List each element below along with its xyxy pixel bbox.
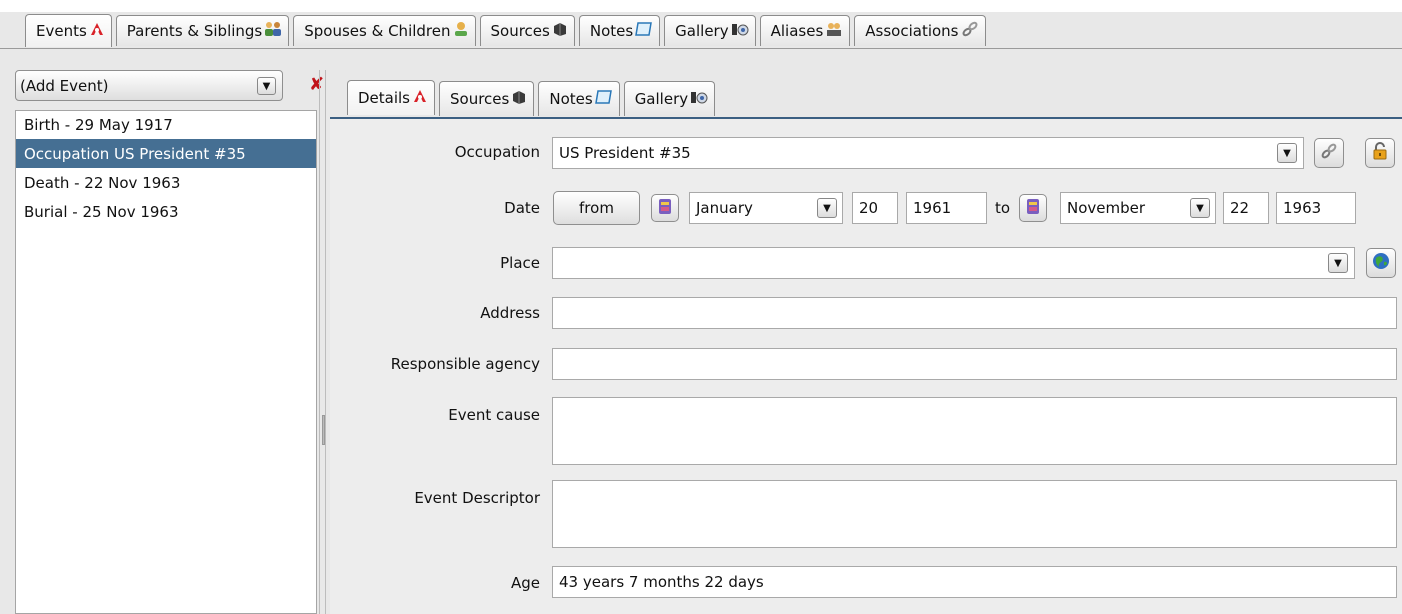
age-value: 43 years 7 months 22 days: [559, 573, 764, 591]
dropdown-arrow-icon[interactable]: ▼: [1328, 253, 1348, 273]
cause-label: Event cause: [448, 406, 540, 424]
tab-label: Events: [36, 22, 87, 40]
date-label: Date: [504, 199, 540, 217]
dropdown-arrow-icon[interactable]: ▼: [817, 198, 837, 218]
detail-tab-bar: Details Sources Notes Gallery: [347, 80, 719, 116]
list-item-selected[interactable]: Occupation US President #35: [16, 139, 316, 168]
gallery-icon: [731, 21, 749, 41]
top-tab-bar: Events Parents & Siblings Spouses & Chil…: [25, 14, 990, 48]
descriptor-label: Event Descriptor: [414, 489, 540, 507]
tab-detail-gallery[interactable]: Gallery: [623, 81, 716, 116]
tab-spouses-children[interactable]: Spouses & Children: [293, 15, 476, 46]
descriptor-textarea[interactable]: [552, 480, 1397, 548]
link-icon: [961, 21, 979, 41]
select-place-button[interactable]: [1366, 248, 1396, 278]
tab-label: Notes: [589, 22, 634, 40]
dropdown-arrow-icon[interactable]: ▼: [257, 77, 276, 95]
link-icon: [1320, 142, 1338, 164]
event-type-label: Occupation: [454, 143, 540, 161]
tab-label: Sources: [490, 22, 550, 40]
address-label: Address: [480, 304, 540, 322]
address-field[interactable]: [552, 297, 1397, 329]
from-year-value: 1961: [913, 199, 952, 217]
to-day-field[interactable]: 22: [1223, 192, 1269, 224]
cause-textarea[interactable]: [552, 397, 1397, 465]
from-month-select[interactable]: January ▼: [689, 192, 843, 224]
tab-label: Parents & Siblings: [126, 22, 263, 40]
agency-label: Responsible agency: [390, 355, 540, 373]
to-year-field[interactable]: 1963: [1276, 192, 1356, 224]
gallery-icon: [690, 89, 708, 109]
dropdown-arrow-icon[interactable]: ▼: [1277, 143, 1297, 163]
dropdown-arrow-icon[interactable]: ▼: [1190, 198, 1210, 218]
from-day-value: 20: [859, 199, 879, 217]
tab-label: Notes: [549, 90, 593, 108]
detail-tab-divider: [330, 117, 1402, 119]
date-mode-label: from: [579, 199, 614, 217]
event-type-combo[interactable]: US President #35 ▼: [552, 137, 1304, 169]
tab-label: Associations: [865, 22, 959, 40]
tab-detail-notes[interactable]: Notes: [538, 81, 620, 116]
date-mode-button[interactable]: from: [553, 191, 640, 225]
add-event-label: (Add Event): [20, 76, 109, 95]
age-label: Age: [510, 574, 540, 592]
to-day-value: 22: [1230, 199, 1250, 217]
tab-label: Sources: [450, 90, 510, 108]
calendar-icon: [658, 197, 672, 219]
tab-events[interactable]: Events: [25, 14, 112, 47]
share-event-button[interactable]: [1314, 138, 1344, 168]
source-icon: [552, 21, 568, 41]
from-day-field[interactable]: 20: [852, 192, 898, 224]
tab-label: Spouses & Children: [304, 22, 451, 40]
from-month-value: January: [696, 199, 753, 217]
family-icon: [264, 21, 282, 41]
tab-notes[interactable]: Notes: [578, 15, 661, 46]
list-item[interactable]: Burial - 25 Nov 1963: [16, 197, 316, 226]
tab-aliases[interactable]: Aliases: [759, 15, 851, 46]
tab-label: Details: [358, 89, 411, 107]
event-type-value: US President #35: [559, 144, 691, 162]
place-combo[interactable]: ▼: [552, 247, 1355, 279]
tab-parents-siblings[interactable]: Parents & Siblings: [115, 15, 290, 46]
source-icon: [511, 89, 527, 109]
pane-splitter[interactable]: [319, 70, 326, 614]
lock-icon: [1371, 142, 1389, 164]
age-field[interactable]: 43 years 7 months 22 days: [552, 566, 1397, 598]
splitter-grip-icon[interactable]: [322, 415, 325, 445]
list-item[interactable]: Birth - 29 May 1917: [16, 111, 316, 139]
tab-details[interactable]: Details: [347, 80, 436, 115]
tab-detail-sources[interactable]: Sources: [439, 81, 535, 116]
window-top-strip: [0, 0, 1402, 12]
globe-icon: [1372, 252, 1390, 274]
to-year-value: 1963: [1283, 199, 1322, 217]
to-label: to: [995, 199, 1011, 217]
tab-associations[interactable]: Associations: [854, 15, 986, 46]
tab-sources[interactable]: Sources: [479, 15, 575, 46]
tab-bar-divider: [0, 48, 1402, 49]
list-item[interactable]: Death - 22 Nov 1963: [16, 168, 316, 197]
to-month-value: November: [1067, 199, 1146, 217]
to-month-select[interactable]: November ▼: [1060, 192, 1216, 224]
tab-label: Aliases: [770, 22, 824, 40]
add-event-combo[interactable]: (Add Event) ▼: [15, 70, 283, 101]
tab-label: Gallery: [675, 22, 729, 40]
events-icon: [89, 21, 105, 41]
tab-gallery[interactable]: Gallery: [664, 15, 756, 46]
tab-label: Gallery: [634, 90, 689, 108]
alias-icon: [825, 21, 843, 41]
note-icon: [594, 89, 613, 109]
calendar-icon: [1026, 197, 1040, 219]
place-label: Place: [500, 254, 540, 272]
events-icon: [412, 88, 428, 108]
agency-field[interactable]: [552, 348, 1397, 380]
note-icon: [635, 21, 653, 41]
event-list[interactable]: Birth - 29 May 1917 Occupation US Presid…: [15, 110, 317, 614]
privacy-lock-button[interactable]: [1365, 138, 1395, 168]
calendar-to-button[interactable]: [1019, 194, 1047, 222]
from-year-field[interactable]: 1961: [906, 192, 987, 224]
calendar-from-button[interactable]: [651, 194, 679, 222]
person-icon: [453, 21, 469, 41]
